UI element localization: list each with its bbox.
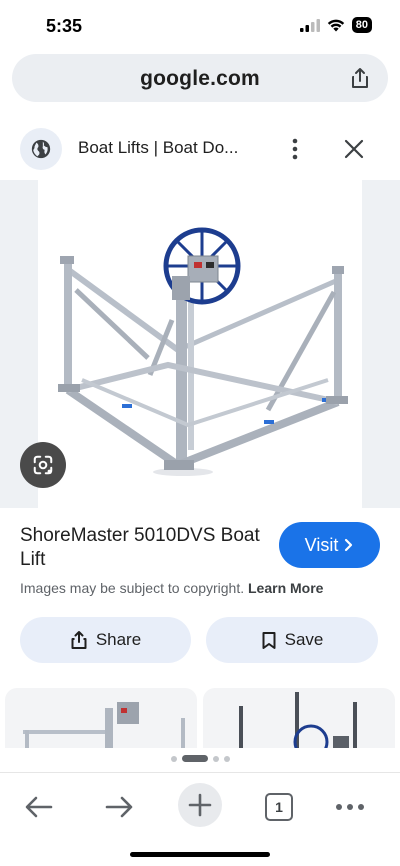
share-label: Share <box>95 630 142 649</box>
signal-icon <box>299 18 320 32</box>
bookmark-icon <box>262 631 276 649</box>
share-button[interactable]: Share <box>20 617 191 663</box>
back-button[interactable] <box>19 787 59 827</box>
close-icon[interactable] <box>342 137 366 161</box>
status-time: 5:35 <box>46 16 83 36</box>
save-button[interactable]: Save <box>206 617 378 663</box>
pager-dot <box>170 755 177 762</box>
url-text[interactable]: google.com <box>12 67 388 91</box>
share-icon <box>71 631 87 649</box>
more-horiz-icon <box>336 804 364 810</box>
globe-icon <box>31 139 51 159</box>
image-viewer[interactable] <box>0 180 400 508</box>
related-image[interactable] <box>5 688 197 748</box>
forward-button[interactable] <box>99 787 139 827</box>
site-favicon <box>20 128 62 170</box>
url-bar[interactable]: google.com <box>12 54 388 102</box>
plus-icon <box>188 793 212 817</box>
tab-switcher-button[interactable]: 1 <box>259 787 299 827</box>
next-image-peek[interactable] <box>362 180 400 508</box>
save-label: Save <box>284 630 324 649</box>
result-header: Boat Lifts | Boat Do... <box>0 120 400 176</box>
home-indicator <box>130 852 270 857</box>
forward-arrow-icon <box>105 796 133 818</box>
related-image-preview <box>23 702 185 748</box>
lens-icon <box>33 455 53 475</box>
copyright-text: Images may be subject to copyright. <box>20 580 245 596</box>
related-image-preview <box>239 692 357 748</box>
back-arrow-icon <box>25 796 53 818</box>
visit-label: Visit <box>304 534 339 555</box>
chevron-right-icon <box>345 538 353 552</box>
visit-button[interactable]: Visit <box>279 522 380 568</box>
result-source-title[interactable]: Boat Lifts | Boat Do... <box>78 138 238 158</box>
more-menu-button[interactable] <box>330 787 370 827</box>
more-vert-icon[interactable] <box>285 136 305 162</box>
status-icons: 80 <box>299 17 372 33</box>
pager-dot <box>212 755 219 762</box>
image-pager <box>0 755 400 762</box>
new-tab-button[interactable] <box>178 783 222 827</box>
google-lens-button[interactable] <box>20 442 66 488</box>
related-image[interactable] <box>203 688 395 748</box>
pager-dot-active <box>181 755 208 762</box>
battery-icon: 80 <box>351 17 372 33</box>
copyright-notice: Images may be subject to copyright. Lear… <box>20 580 323 596</box>
boat-lift-image <box>58 227 348 476</box>
status-bar: 5:35 80 <box>0 0 400 54</box>
product-title: ShoreMaster 5010DVS Boat Lift <box>20 525 260 570</box>
pager-dot <box>223 755 230 762</box>
learn-more-link[interactable]: Learn More <box>248 580 323 596</box>
tabs-icon: 1 <box>265 793 293 821</box>
wifi-icon <box>327 19 344 31</box>
share-icon[interactable] <box>348 66 372 90</box>
